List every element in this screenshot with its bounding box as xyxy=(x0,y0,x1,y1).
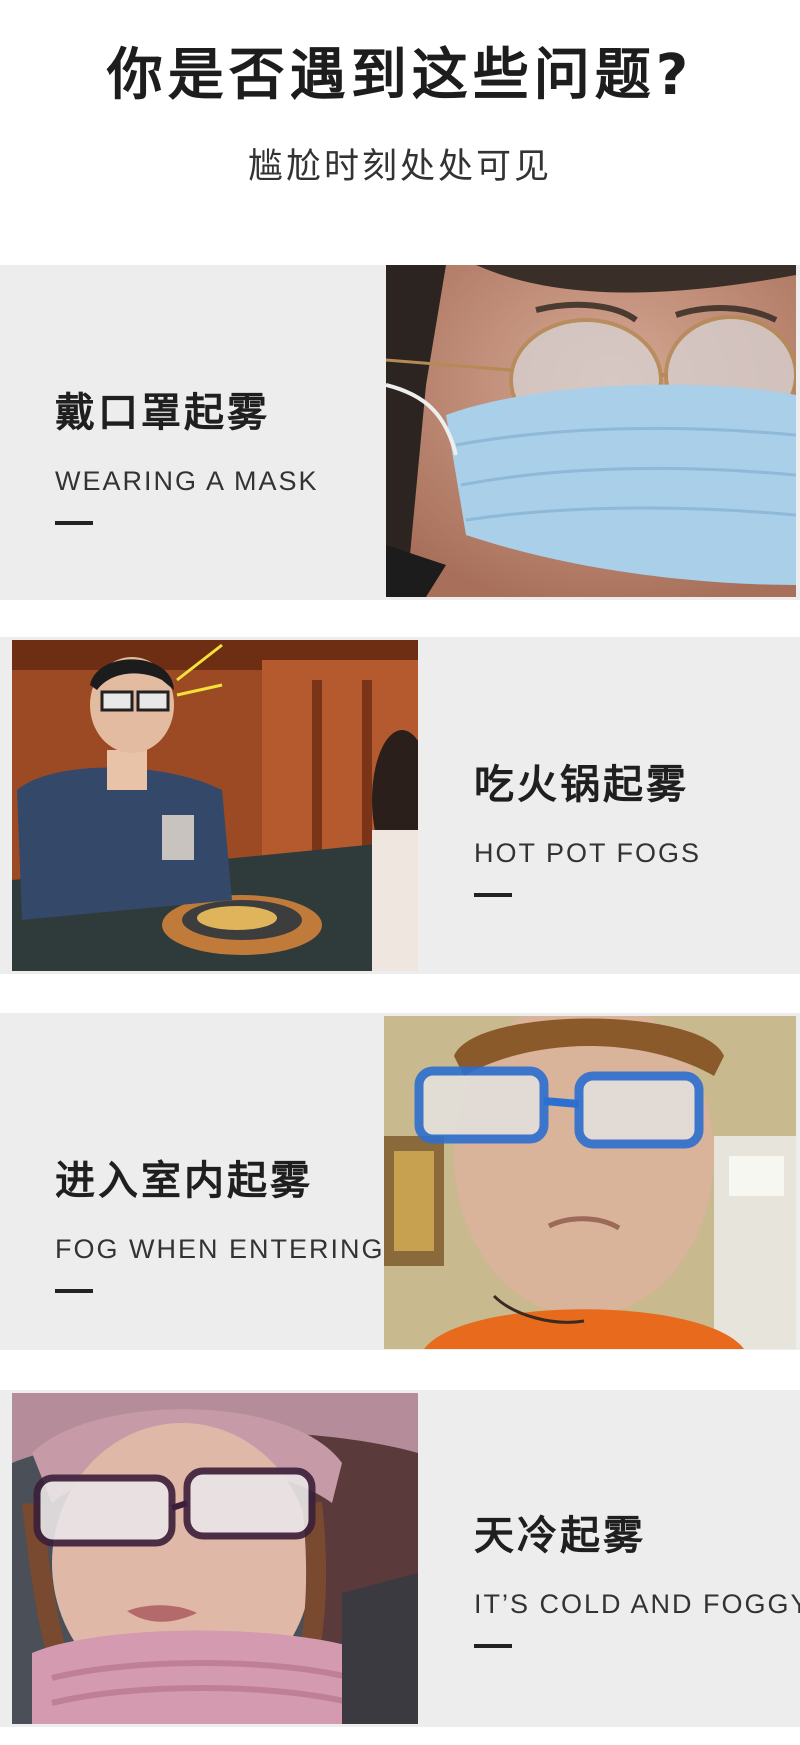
header: 你是否遇到这些问题? 尴尬时刻处处可见 xyxy=(0,0,800,265)
section-divider xyxy=(474,1644,512,1648)
section-title-cn: 戴口罩起雾 xyxy=(55,390,270,436)
mask-foggy-glasses-photo xyxy=(386,265,796,597)
section-divider xyxy=(474,893,512,897)
page-subtitle: 尴尬时刻处处可见 xyxy=(247,147,552,187)
section-title-cn: 进入室内起雾 xyxy=(55,1158,313,1204)
section-title-en: WEARING A MASK xyxy=(55,466,319,496)
section-title-en: IT’S COLD AND FOGGY xyxy=(474,1589,800,1619)
section-divider xyxy=(55,521,93,525)
section-title-en: FOG WHEN ENTERING xyxy=(55,1234,385,1264)
cold-weather-foggy-glasses-photo xyxy=(12,1393,418,1724)
section-divider xyxy=(55,1289,93,1293)
page-title: 你是否遇到这些问题? xyxy=(106,43,694,108)
section-text: 天冷起雾 IT’S COLD AND FOGGY xyxy=(474,1503,800,1648)
section-title-cn: 吃火锅起雾 xyxy=(474,762,689,808)
indoor-foggy-glasses-photo xyxy=(384,1016,796,1349)
section-cold: 天冷起雾 IT’S COLD AND FOGGY xyxy=(0,1390,800,1727)
section-text: 吃火锅起雾 HOT POT FOGS xyxy=(474,752,701,897)
hotpot-restaurant-photo xyxy=(12,640,418,971)
section-title-cn: 天冷起雾 xyxy=(474,1513,646,1559)
section-title-en: HOT POT FOGS xyxy=(474,838,702,868)
section-hotpot: 吃火锅起雾 HOT POT FOGS xyxy=(0,637,800,974)
section-mask: 戴口罩起雾 WEARING A MASK xyxy=(0,265,800,600)
section-text: 戴口罩起雾 WEARING A MASK xyxy=(55,380,319,525)
section-indoor: 进入室内起雾 FOG WHEN ENTERING xyxy=(0,1013,800,1350)
section-text: 进入室内起雾 FOG WHEN ENTERING xyxy=(55,1148,385,1293)
